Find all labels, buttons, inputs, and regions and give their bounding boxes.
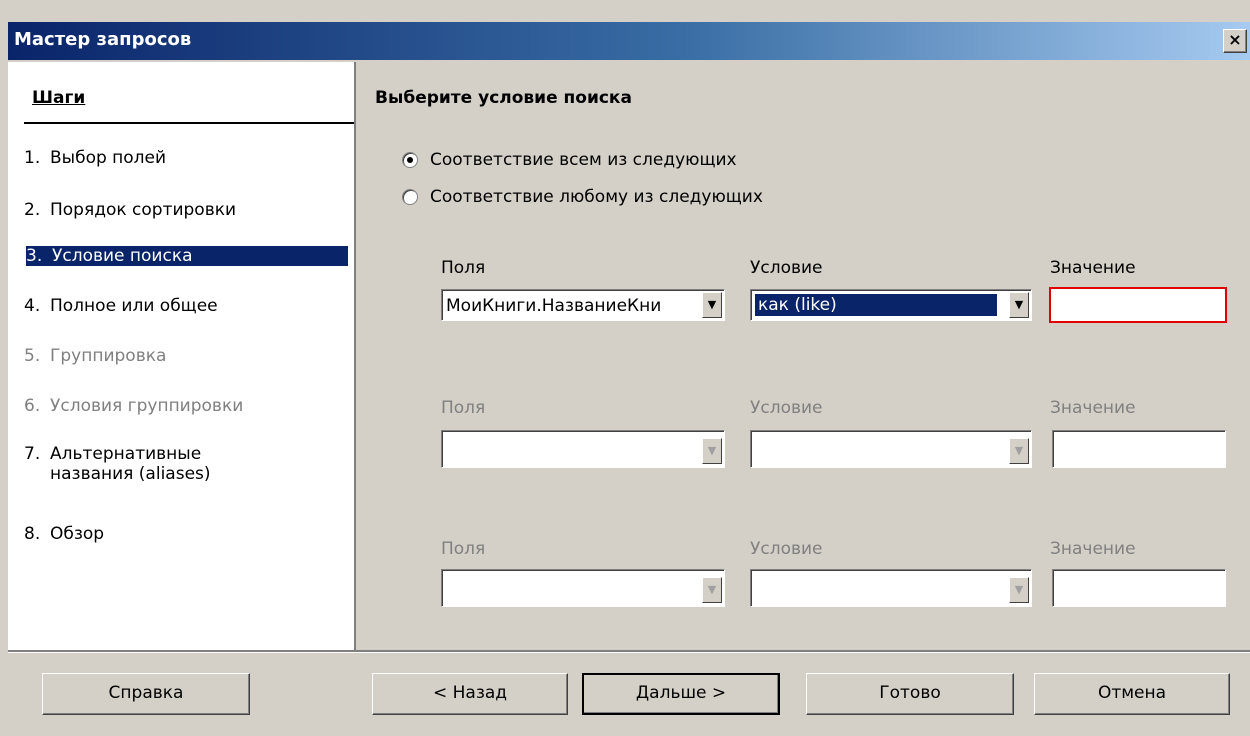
condition-label-3: Условие — [750, 539, 823, 559]
steps-panel: Шаги 1. Выбор полей 2. Порядок сортировки … — [8, 62, 356, 650]
finish-button[interactable]: Готово — [806, 673, 1014, 715]
window-title: Мастер запросов — [14, 29, 192, 50]
step-overview[interactable]: 8. Обзор — [24, 524, 344, 544]
chevron-down-icon: ▼ — [702, 577, 722, 603]
step-detail-summary[interactable]: 4. Полное или общее — [24, 296, 344, 316]
condition-label-1: Условие — [750, 258, 823, 278]
chevron-down-icon: ▼ — [1009, 438, 1029, 464]
fields-label-1: Поля — [441, 258, 486, 278]
step-aliases[interactable]: 7. Альтернативные названия (aliases) — [24, 444, 344, 484]
fields-combo-3: ▼ — [441, 569, 725, 607]
value-field-2 — [1052, 430, 1226, 468]
condition-label-2: Условие — [750, 398, 823, 418]
footer-divider — [8, 650, 1250, 653]
section-title: Выберите условие поиска — [375, 88, 632, 108]
steps-divider — [24, 122, 354, 124]
back-button[interactable]: < Назад — [372, 673, 568, 715]
steps-header: Шаги — [32, 88, 86, 108]
cancel-button[interactable]: Отмена — [1034, 673, 1230, 715]
value-field-1[interactable] — [1049, 287, 1227, 323]
radio-match-all[interactable]: Соответствие всем из следующих — [402, 150, 737, 170]
value-field-3 — [1052, 569, 1226, 607]
query-wizard-window: Мастер запросов × Шаги 1. Выбор полей 2. П… — [0, 0, 1250, 736]
close-icon: × — [1228, 30, 1242, 49]
condition-combo-3: ▼ — [750, 569, 1032, 607]
help-button[interactable]: Справка — [42, 673, 250, 715]
radio-checked-icon[interactable] — [402, 152, 418, 168]
radio-unchecked-icon[interactable] — [402, 189, 418, 205]
chevron-down-icon[interactable]: ▼ — [702, 292, 722, 318]
condition-combo-2: ▼ — [750, 430, 1032, 468]
condition-combo-1[interactable]: как (like) ▼ — [750, 289, 1032, 321]
step-grouping: 5. Группировка — [24, 346, 167, 366]
value-label-2: Значение — [1050, 398, 1136, 418]
step-sort-order[interactable]: 2. Порядок сортировки — [24, 200, 344, 220]
chevron-down-icon[interactable]: ▼ — [1009, 292, 1029, 318]
next-button[interactable]: Дальше > — [582, 673, 780, 715]
fields-combo-1[interactable]: МоиКниги.НазваниеКни ▼ — [441, 289, 725, 321]
fields-label-3: Поля — [441, 539, 486, 559]
title-bar: Мастер запросов × — [8, 22, 1250, 60]
radio-match-any[interactable]: Соответствие любому из следующих — [402, 187, 763, 207]
step-select-fields[interactable]: 1. Выбор полей — [24, 148, 344, 168]
chevron-down-icon: ▼ — [1009, 577, 1029, 603]
fields-combo-2: ▼ — [441, 430, 725, 468]
value-label-1: Значение — [1050, 258, 1136, 278]
chevron-down-icon: ▼ — [702, 438, 722, 464]
step-grouping-conditions: 6. Условия группировки — [24, 396, 244, 416]
radio-match-any-label: Соответствие любому из следующих — [430, 187, 763, 207]
close-button[interactable]: × — [1223, 29, 1247, 53]
fields-label-2: Поля — [441, 398, 486, 418]
radio-match-all-label: Соответствие всем из следующих — [430, 150, 737, 170]
step-search-condition[interactable]: 3. Условие поиска — [26, 246, 348, 266]
value-label-3: Значение — [1050, 539, 1136, 559]
